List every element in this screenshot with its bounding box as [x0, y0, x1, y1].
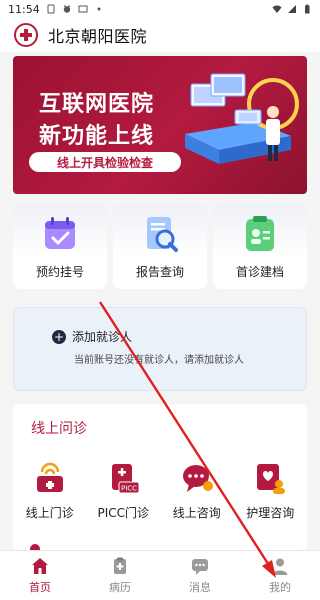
add-patient-panel[interactable]: + 添加就诊人 当前账号还没有就诊人，请添加就诊人	[13, 307, 307, 391]
screen-icon	[78, 5, 88, 13]
banner-headline-2: 新功能上线	[39, 124, 155, 149]
first-visit-file-card[interactable]: 首诊建档	[213, 205, 307, 289]
online-consult-section: 线上问诊 线上门诊 PICC PICC门诊 线上咨询 护理咨询	[13, 404, 307, 550]
nav-medical-record[interactable]: 病历	[90, 556, 150, 595]
picc-icon: PICC	[112, 464, 140, 494]
medical-record-icon	[114, 557, 126, 574]
chat-bubble-icon	[182, 465, 213, 492]
promo-banner[interactable]: 互联网医院 新功能上线 线上开具检验检查	[13, 56, 307, 194]
online-consult-title: 线上问诊	[31, 421, 87, 437]
doctor-computer-illustration	[185, 73, 299, 164]
svg-text:PICC: PICC	[121, 485, 137, 493]
appointment-label: 预约挂号	[35, 265, 84, 279]
nurse-consult-icon	[257, 464, 286, 494]
first-visit-file-label: 首诊建档	[235, 265, 284, 279]
status-bar: 11:54	[0, 0, 320, 18]
nav-home-label: 首页	[29, 581, 51, 594]
calendar-check-icon	[45, 217, 75, 249]
nav-messages[interactable]: 消息	[170, 556, 230, 595]
online-consult-grid: 线上门诊 PICC PICC门诊 线上咨询 护理咨询	[13, 460, 307, 540]
banner-pill: 线上开具检验检查	[29, 152, 181, 172]
nurse-consult-item[interactable]: 护理咨询	[235, 460, 305, 540]
add-patient-label: 添加就诊人	[72, 330, 133, 344]
report-query-label: 报告查询	[135, 265, 184, 279]
nav-profile[interactable]: 我的	[250, 556, 310, 595]
battery-icon	[305, 4, 310, 14]
status-time: 11:54	[8, 2, 40, 16]
nav-home[interactable]: 首页	[10, 556, 70, 595]
hospital-cross-icon	[20, 29, 32, 41]
page-title: 北京朝阳医院	[48, 27, 148, 46]
clipboard-profile-icon	[246, 216, 274, 251]
home-icon	[32, 558, 48, 574]
online-clinic-icon	[36, 462, 63, 492]
nav-messages-label: 消息	[189, 581, 211, 594]
online-consult-item[interactable]: 线上咨询	[162, 460, 232, 540]
status-left: 11:54	[8, 3, 104, 16]
report-search-icon	[147, 217, 178, 252]
status-right	[272, 4, 312, 14]
wifi-icon	[272, 5, 282, 13]
message-icon	[192, 559, 208, 575]
phone-settings-icon	[47, 4, 55, 14]
online-consult-label: 线上咨询	[172, 506, 221, 520]
app-header: 北京朝阳医院	[0, 18, 320, 52]
nav-medical-record-label: 病历	[109, 581, 131, 594]
nurse-consult-label: 护理咨询	[246, 506, 295, 520]
report-query-card[interactable]: 报告查询	[113, 205, 207, 289]
profile-icon	[272, 558, 288, 575]
add-patient-hint: 当前账号还没有就诊人，请添加就诊人	[74, 355, 244, 366]
quick-actions: 预约挂号 报告查询 首诊建档	[13, 205, 307, 289]
cat-icon	[63, 4, 70, 13]
dot-icon	[97, 7, 101, 11]
online-clinic-label: 线上门诊	[25, 506, 74, 520]
bottom-nav: 首页 病历 消息 我的	[0, 550, 320, 600]
banner-headline-1: 互联网医院	[39, 92, 155, 117]
plus-circle-icon: +	[52, 329, 66, 344]
picc-item[interactable]: PICC PICC门诊	[88, 460, 158, 540]
hospital-logo	[14, 23, 38, 47]
picc-label: PICC门诊	[97, 506, 150, 520]
nav-profile-label: 我的	[269, 581, 291, 594]
signal-icon	[288, 5, 296, 13]
appointment-card[interactable]: 预约挂号	[13, 205, 107, 289]
add-patient-row[interactable]: + 添加就诊人	[52, 328, 132, 345]
online-clinic-item[interactable]: 线上门诊	[15, 460, 85, 540]
